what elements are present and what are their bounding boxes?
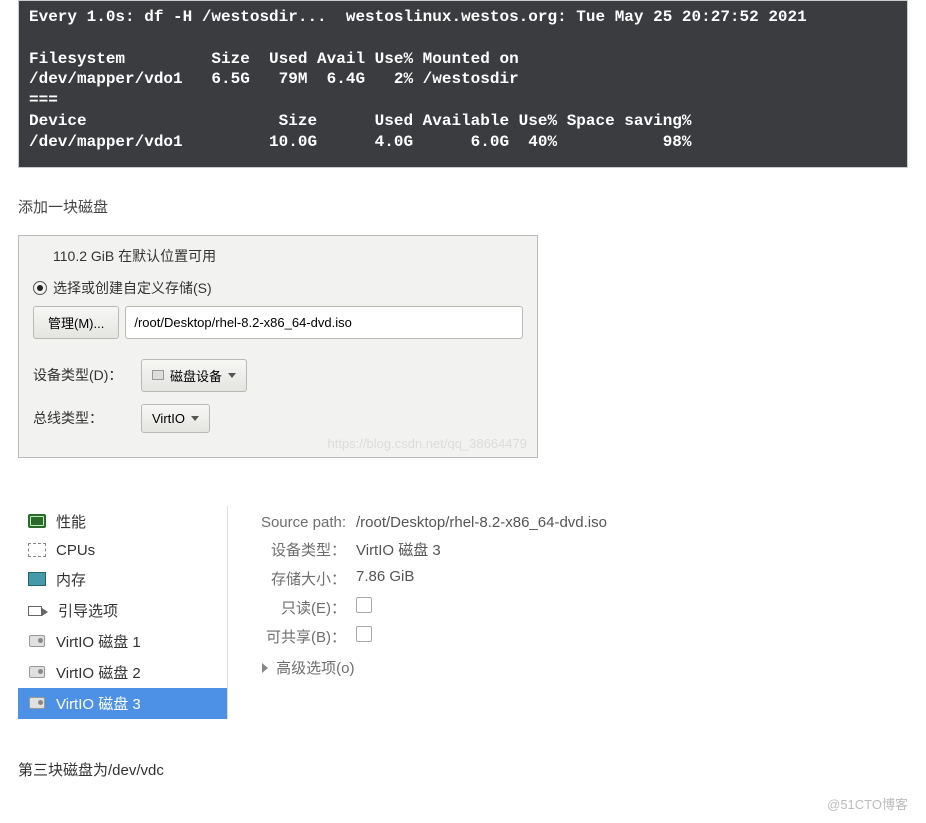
chevron-down-icon xyxy=(191,416,199,421)
bus-type-label: 总线类型： xyxy=(33,408,129,428)
terminal-output: Every 1.0s: df -H /westosdir... westosli… xyxy=(18,0,908,168)
source-path-label: Source path: xyxy=(258,514,356,531)
vm-sidebar: 性能 CPUs 内存 引导选项 VirtIO 磁盘 1 VirtIO 磁盘 2 … xyxy=(18,506,228,719)
credit-text: @51CTO博客 xyxy=(0,790,926,823)
sidebar-label: VirtIO 磁盘 3 xyxy=(56,693,141,714)
custom-storage-radio-row[interactable]: 选择或创建自定义存储(S) xyxy=(19,274,537,306)
storage-size-value: 7.86 GiB xyxy=(356,568,414,589)
sidebar-item-disk1[interactable]: VirtIO 磁盘 1 xyxy=(18,626,227,657)
watermark-text: https://blog.csdn.net/qq_38664479 xyxy=(328,436,528,451)
boot-icon xyxy=(28,603,48,617)
device-type-value: VirtIO 磁盘 3 xyxy=(356,539,441,560)
add-storage-dialog: 110.2 GiB 在默认位置可用 选择或创建自定义存储(S) 管理(M)...… xyxy=(18,235,538,458)
disk-icon xyxy=(152,370,164,380)
footer-note: 第三块磁盘为/dev/vdc xyxy=(18,759,908,780)
custom-storage-radio-label: 选择或创建自定义存储(S) xyxy=(53,278,212,298)
device-type-select[interactable]: 磁盘设备 xyxy=(141,359,247,392)
storage-size-label: 存储大小： xyxy=(258,568,356,589)
disk-icon xyxy=(28,634,46,648)
sidebar-item-memory[interactable]: 内存 xyxy=(18,564,227,595)
device-type-label: 设备类型： xyxy=(258,539,356,560)
sidebar-item-performance[interactable]: 性能 xyxy=(18,506,227,537)
shareable-checkbox[interactable] xyxy=(356,626,372,642)
chevron-down-icon xyxy=(228,373,236,378)
section-caption-add-disk: 添加一块磁盘 xyxy=(18,196,908,217)
radio-selected-icon xyxy=(33,281,47,295)
sidebar-label: 引导选项 xyxy=(58,600,118,621)
sidebar-item-disk3[interactable]: VirtIO 磁盘 3 xyxy=(18,688,227,719)
readonly-label: 只读(E)： xyxy=(258,597,356,618)
bus-type-value: VirtIO xyxy=(152,411,185,426)
advanced-options-label: 高级选项(o) xyxy=(276,660,354,677)
sidebar-label: CPUs xyxy=(56,542,95,559)
memory-icon xyxy=(28,572,46,586)
vm-hardware-panel: 性能 CPUs 内存 引导选项 VirtIO 磁盘 1 VirtIO 磁盘 2 … xyxy=(18,506,908,719)
device-type-value: 磁盘设备 xyxy=(170,366,222,385)
disk-icon xyxy=(28,665,46,679)
manage-button[interactable]: 管理(M)... xyxy=(33,306,119,339)
cpu-icon xyxy=(28,543,46,557)
sidebar-item-boot[interactable]: 引导选项 xyxy=(18,595,227,626)
vm-detail-pane: Source path: /root/Desktop/rhel-8.2-x86_… xyxy=(228,506,908,719)
performance-icon xyxy=(28,514,46,528)
shareable-label: 可共享(B)： xyxy=(258,626,356,647)
device-type-label: 设备类型(D)： xyxy=(33,365,129,385)
sidebar-label: 性能 xyxy=(56,511,86,532)
advanced-options-expander[interactable]: 高级选项(o) xyxy=(258,651,898,678)
sidebar-label: VirtIO 磁盘 2 xyxy=(56,662,141,683)
sidebar-label: 内存 xyxy=(56,569,86,590)
source-path-value: /root/Desktop/rhel-8.2-x86_64-dvd.iso xyxy=(356,514,607,531)
bus-type-select[interactable]: VirtIO xyxy=(141,404,210,433)
readonly-checkbox[interactable] xyxy=(356,597,372,613)
sidebar-item-cpus[interactable]: CPUs xyxy=(18,537,227,564)
disk-icon xyxy=(28,696,46,710)
triangle-right-icon xyxy=(262,663,268,673)
storage-path-input[interactable] xyxy=(125,306,523,339)
available-space-text: 110.2 GiB 在默认位置可用 xyxy=(19,236,537,274)
sidebar-item-disk2[interactable]: VirtIO 磁盘 2 xyxy=(18,657,227,688)
sidebar-label: VirtIO 磁盘 1 xyxy=(56,631,141,652)
